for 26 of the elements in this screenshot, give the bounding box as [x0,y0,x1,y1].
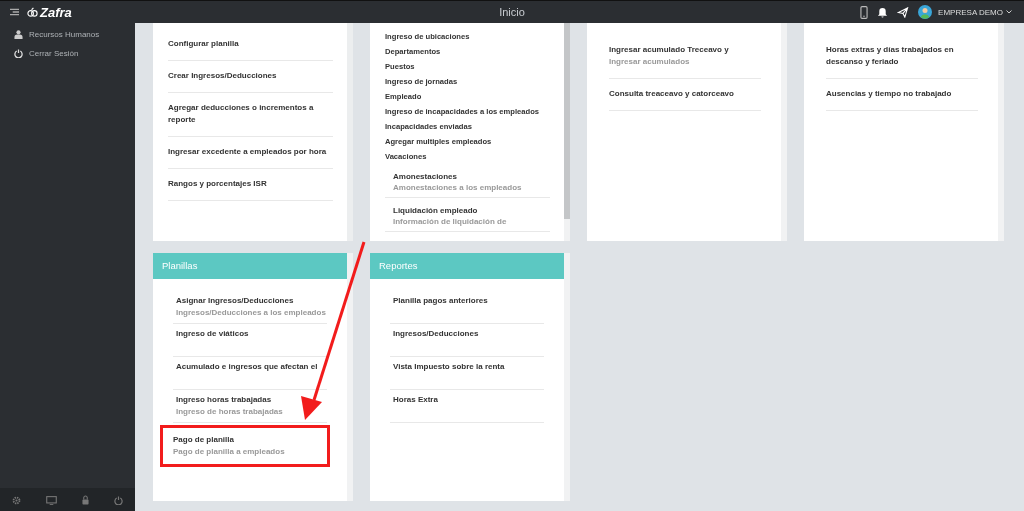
menu-item[interactable]: Rangos y porcentajes ISR [168,169,333,201]
menu-item[interactable]: Ingresar excedente a empleados por hora [168,137,333,169]
sidebar-item[interactable]: Cerrar Sesión [14,47,135,59]
menu-item[interactable]: Horas extras y días trabajados en descanso y feriado [826,35,978,79]
card-header: Planillas [153,253,347,279]
menu-item[interactable]: Horas Extra [390,390,544,423]
user-menu[interactable]: EMPRESA DEMO [938,7,1003,17]
menu-item[interactable]: Ingresos/Deducciones [390,324,544,357]
menu-item[interactable]: Agregar deducciones o incrementos a reporte [168,93,333,137]
menu-item[interactable]: Vista Impuesto sobre la renta [390,357,544,390]
menu-item[interactable]: Crear Ingresos/Deducciones [168,61,333,93]
menu-item[interactable]: Ingresar acumulado Treceavo y Ingresar acumulados [609,35,761,79]
menu-item[interactable]: Configurar planilla [168,29,333,61]
menu-item[interactable]: Ausencias y tiempo no trabajado [826,79,978,111]
menu-item[interactable]: Planilla pagos anteriores [390,291,544,324]
menu-item[interactable]: Consulta treaceavo y catorceavo [609,79,761,111]
menu-item[interactable]: Liquidación empleado Información de liquidación de [385,198,550,232]
card-header: Reportes [370,253,564,279]
page-title: Inicio [499,6,525,18]
menu-item[interactable]: Pago de planilla Pago de planilla a empleados [163,428,327,464]
menu-item[interactable]: Ingreso de viáticos [173,324,327,357]
menu-item[interactable]: Amonestaciones Amonestaciones a los empleados [385,164,550,198]
menu-item[interactable]: Asignar Ingresos/Deducciones Ingresos/Deducciones a los empleados [173,291,327,324]
menu-item[interactable]: Acumulado e ingresos que afectan el [173,357,327,390]
app-name: Zafra [40,4,72,20]
sidebar-item[interactable]: Recursos Humanos [14,28,135,40]
